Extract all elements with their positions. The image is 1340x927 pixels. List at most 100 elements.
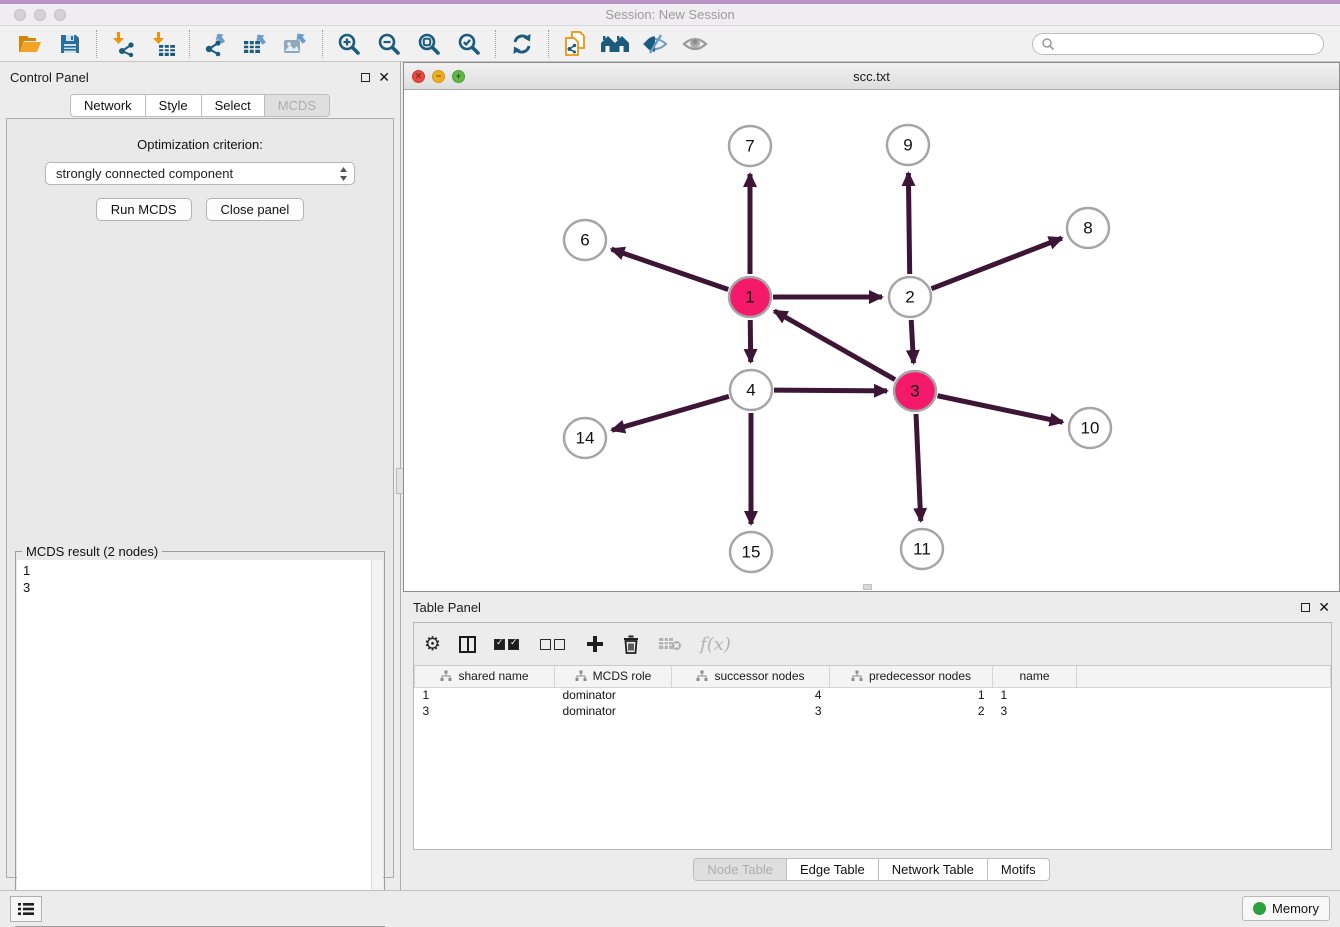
graph-node-11[interactable]: 11 <box>901 529 943 569</box>
graph-edge-2-9[interactable] <box>908 173 909 274</box>
result-scrollbar[interactable] <box>371 560 383 925</box>
mcds-result-list[interactable]: 13 <box>17 560 383 925</box>
graph-node-9[interactable]: 9 <box>887 125 929 165</box>
minimize-window-button[interactable] <box>34 9 46 21</box>
network-minimize-button[interactable]: − <box>432 70 445 83</box>
graph-edge-3-10[interactable] <box>938 396 1063 422</box>
tab-network[interactable]: Network <box>70 94 146 117</box>
refresh-button[interactable] <box>502 28 542 60</box>
first-neighbors-button[interactable] <box>595 28 635 60</box>
close-panel-button[interactable]: Close panel <box>206 198 305 221</box>
table-cell[interactable]: 3 <box>993 703 1077 719</box>
deselect-all-rows-button[interactable] <box>540 639 568 650</box>
maximize-window-button[interactable] <box>54 9 66 21</box>
zoom-fit-button[interactable] <box>409 28 449 60</box>
select-all-rows-button[interactable] <box>494 639 522 650</box>
column-header-predecessor-nodes[interactable]: predecessor nodes <box>830 666 993 687</box>
table-row[interactable]: 1dominator411 <box>415 687 1331 703</box>
mcds-result-group: MCDS result (2 nodes) 13 <box>15 551 385 927</box>
column-header-successor-nodes[interactable]: successor nodes <box>672 666 830 687</box>
graph-edge-4-3[interactable] <box>774 390 887 391</box>
graph-node-15[interactable]: 15 <box>730 532 772 572</box>
graph-node-14[interactable]: 14 <box>564 418 606 458</box>
table-cell[interactable]: dominator <box>555 703 672 719</box>
table-row[interactable]: 3dominator323 <box>415 703 1331 719</box>
tab-select[interactable]: Select <box>202 94 265 117</box>
graph-edge-1-6[interactable] <box>611 249 728 289</box>
criterion-select[interactable]: strongly connected component <box>45 162 355 185</box>
table-cell[interactable]: 1 <box>993 687 1077 703</box>
show-panels-button[interactable] <box>10 896 42 922</box>
table-cell[interactable]: 2 <box>830 703 993 719</box>
network-graph-svg[interactable]: 1 2 3 4 6 7 8 9 10 11 14 15 <box>404 90 1339 591</box>
column-header-shared-name[interactable]: shared name <box>415 666 555 687</box>
column-header-name[interactable]: name <box>993 666 1077 687</box>
folder-open-icon <box>17 33 43 55</box>
search-input[interactable] <box>1055 37 1315 51</box>
graph-edge-2-8[interactable] <box>931 238 1061 289</box>
tab-node-table[interactable]: Node Table <box>693 858 787 881</box>
column-header-mcds-role[interactable]: MCDS role <box>555 666 672 687</box>
canvas-scroll-handle[interactable] <box>863 584 872 590</box>
graph-edge-3-1[interactable] <box>774 311 895 380</box>
show-columns-button[interactable] <box>459 636 476 653</box>
tab-motifs[interactable]: Motifs <box>988 858 1050 881</box>
eye-slash-icon <box>642 33 668 55</box>
table-cell[interactable]: 4 <box>672 687 830 703</box>
table-cell[interactable]: 1 <box>415 687 555 703</box>
export-network-button[interactable] <box>196 28 236 60</box>
graph-node-6[interactable]: 6 <box>564 220 606 260</box>
graph-edge-4-14[interactable] <box>612 396 729 430</box>
delete-column-button[interactable] <box>622 634 640 654</box>
graph-node-10[interactable]: 10 <box>1069 408 1111 448</box>
network-maximize-button[interactable]: + <box>452 70 465 83</box>
graph-node-8[interactable]: 8 <box>1067 208 1109 248</box>
graph-node-2[interactable]: 2 <box>889 277 931 317</box>
hide-selected-button[interactable] <box>635 28 675 60</box>
close-table-panel-icon[interactable]: ✕ <box>1318 600 1330 614</box>
graph-node-1[interactable]: 1 <box>729 277 771 317</box>
zoom-out-button[interactable] <box>369 28 409 60</box>
network-window-titlebar[interactable]: ✕ − + scc.txt <box>404 63 1339 90</box>
add-column-button[interactable] <box>586 635 604 653</box>
graph-edge-2-3[interactable] <box>911 320 913 363</box>
import-network-button[interactable] <box>103 28 143 60</box>
select-chevrons-icon <box>339 166 348 182</box>
zoom-in-button[interactable] <box>329 28 369 60</box>
clone-network-button[interactable] <box>555 28 595 60</box>
network-close-button[interactable]: ✕ <box>412 70 425 83</box>
export-table-button[interactable] <box>236 28 276 60</box>
tab-network-table[interactable]: Network Table <box>879 858 988 881</box>
float-panel-icon[interactable] <box>361 73 370 82</box>
table-cell[interactable]: 3 <box>415 703 555 719</box>
graph-node-3[interactable]: 3 <box>894 371 936 411</box>
run-mcds-button[interactable]: Run MCDS <box>96 198 192 221</box>
table-header-row[interactable]: shared name MCDS role successor nodes pr… <box>415 666 1331 687</box>
zoom-selected-button[interactable] <box>449 28 489 60</box>
float-table-panel-icon[interactable] <box>1301 603 1310 612</box>
graph-node-4[interactable]: 4 <box>730 370 772 410</box>
save-session-button[interactable] <box>50 28 90 60</box>
network-canvas[interactable]: 1 2 3 4 6 7 8 9 10 11 14 15 <box>404 90 1339 591</box>
tab-style[interactable]: Style <box>146 94 202 117</box>
table-cell[interactable]: dominator <box>555 687 672 703</box>
node-table[interactable]: shared name MCDS role successor nodes pr… <box>414 666 1331 719</box>
show-all-button[interactable] <box>675 28 715 60</box>
graph-edge-3-11[interactable] <box>916 414 921 521</box>
table-settings-button[interactable]: ⚙ <box>424 633 441 655</box>
open-file-button[interactable] <box>10 28 50 60</box>
graph-node-7[interactable]: 7 <box>729 126 771 166</box>
unchecked-box-icon <box>540 639 551 650</box>
table-cell[interactable]: 1 <box>830 687 993 703</box>
close-window-button[interactable] <box>14 9 26 21</box>
search-box[interactable] <box>1032 33 1324 55</box>
close-panel-icon[interactable]: ✕ <box>378 70 390 84</box>
houses-icon <box>600 33 630 55</box>
export-image-button[interactable] <box>276 28 316 60</box>
table-cell[interactable]: 3 <box>672 703 830 719</box>
memory-button[interactable]: Memory <box>1242 896 1330 921</box>
tab-edge-table[interactable]: Edge Table <box>787 858 879 881</box>
tab-mcds[interactable]: MCDS <box>265 94 330 117</box>
import-table-button[interactable] <box>143 28 183 60</box>
window-traffic-lights-inactive[interactable] <box>14 9 66 21</box>
